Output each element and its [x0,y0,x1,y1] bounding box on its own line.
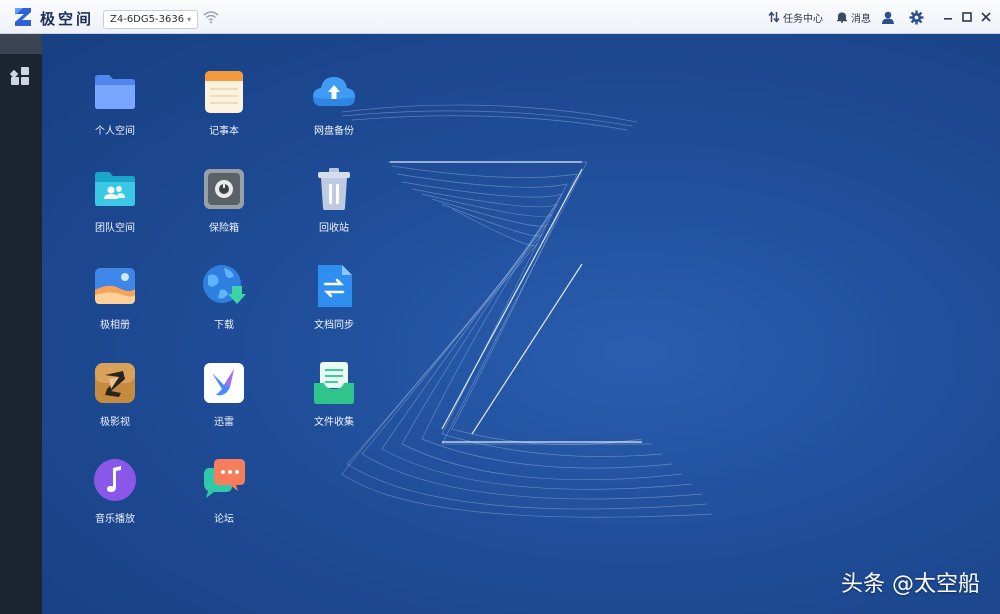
app-title: 极空间 [40,10,95,28]
task-center-button[interactable]: 任务中心 [768,10,823,25]
app-video[interactable]: 极影视 [70,359,160,428]
app-music-player[interactable]: 音乐播放 [70,456,160,525]
app-xunlei[interactable]: 迅雷 [179,359,269,428]
app-cloud-backup[interactable]: 网盘备份 [289,68,379,137]
xunlei-bird-icon [204,363,244,403]
app-download[interactable]: 下载 [179,262,269,331]
app-photos[interactable]: 极相册 [70,262,160,331]
user-icon[interactable] [881,11,895,24]
watermark: 头条 @太空船 [841,572,980,597]
app-label: 文档同步 [314,320,354,331]
title-bar: 极空间 Z4-6DG5-3636 ▾ 任务中心 消息 [0,0,1000,34]
messages-label: 消息 [851,13,871,25]
bell-icon [837,12,847,23]
messages-button[interactable]: 消息 [836,10,871,25]
video-icon [95,363,135,403]
close-icon[interactable] [978,9,994,25]
chevron-down-icon: ▾ [187,15,192,24]
app-label: 论坛 [214,514,234,525]
sidebar [0,34,42,614]
notepad-icon [205,71,243,113]
app-safe[interactable]: 保险箱 [179,165,269,234]
zspace-logo-icon [15,8,31,26]
app-label: 团队空间 [95,223,135,234]
app-label: 保险箱 [209,223,239,234]
app-label: 下载 [214,320,234,331]
maximize-icon[interactable] [959,9,975,25]
photo-album-icon [95,268,135,304]
sync-document-icon [318,265,352,307]
minimize-icon[interactable] [940,9,956,25]
task-center-label: 任务中心 [783,13,823,25]
app-recycle-bin[interactable]: 回收站 [289,165,379,234]
app-notepad[interactable]: 记事本 [179,68,269,137]
app-personal-space[interactable]: 个人空间 [70,68,160,137]
app-label: 网盘备份 [314,126,354,137]
sidebar-header [0,34,42,54]
app-label: 记事本 [209,126,239,137]
app-doc-sync[interactable]: 文档同步 [289,262,379,331]
app-file-collection[interactable]: 文件收集 [289,359,379,428]
app-label: 极影视 [100,417,130,428]
app-label: 极相册 [100,320,130,331]
cloud-upload-icon [313,77,355,106]
team-folder-icon [95,172,135,206]
app-label: 迅雷 [214,417,234,428]
transfer-arrows-icon [768,11,780,23]
app-forum[interactable]: 论坛 [179,456,269,525]
app-label: 文件收集 [314,417,354,428]
gear-icon[interactable] [909,10,924,25]
device-name: Z4-6DG5-3636 [110,14,185,25]
device-selector[interactable]: Z4-6DG5-3636 ▾ [103,10,199,29]
file-inbox-icon [314,362,354,404]
folder-icon [95,75,135,109]
wifi-icon [203,11,219,24]
app-team-space[interactable]: 团队空间 [70,165,160,234]
music-note-icon [94,459,136,501]
globe-download-icon [203,265,246,304]
app-label: 回收站 [319,223,349,234]
app-grid-icon[interactable] [10,66,30,86]
desktop: 个人空间 团队空间 极相册 极影视 音乐播放 记事本 保险箱 下载 迅雷 论坛 … [42,34,1000,614]
safe-icon [204,169,244,209]
chat-bubbles-icon [204,459,245,498]
app-label: 音乐播放 [95,514,135,525]
app-label: 个人空间 [95,126,135,137]
trash-icon [318,168,350,210]
